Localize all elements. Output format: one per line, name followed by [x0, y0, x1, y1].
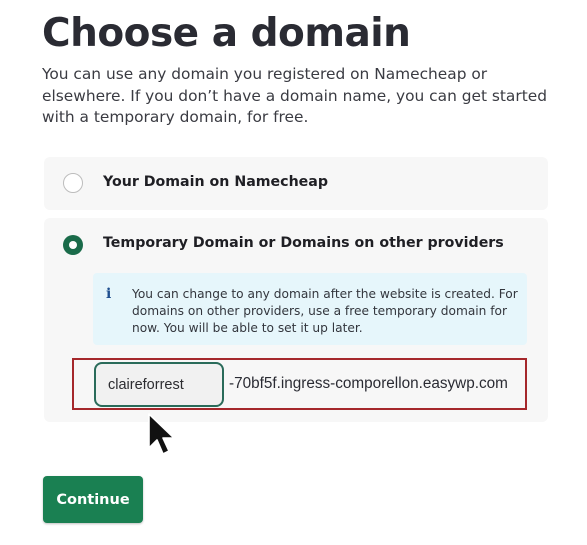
continue-button[interactable]: Continue	[43, 476, 143, 523]
page-title: Choose a domain	[42, 11, 411, 56]
info-icon: i	[106, 286, 112, 302]
mouse-pointer-icon	[148, 413, 176, 456]
domain-suffix: -70bf5f.ingress-comporellon.easywp.com	[229, 375, 508, 392]
radio-temporary-domain[interactable]	[63, 235, 83, 255]
radio-namecheap-domain[interactable]	[63, 173, 83, 193]
page-description: You can use any domain you registered on…	[42, 65, 547, 126]
info-text: You can change to any domain after the w…	[132, 287, 518, 335]
option-label-namecheap-domain[interactable]: Your Domain on Namecheap	[103, 174, 328, 190]
info-notice: i You can change to any domain after the…	[93, 273, 527, 345]
subdomain-input[interactable]	[94, 362, 224, 407]
option-card-namecheap-domain[interactable]: Your Domain on Namecheap	[44, 157, 548, 210]
option-label-temporary-domain[interactable]: Temporary Domain or Domains on other pro…	[103, 235, 504, 251]
